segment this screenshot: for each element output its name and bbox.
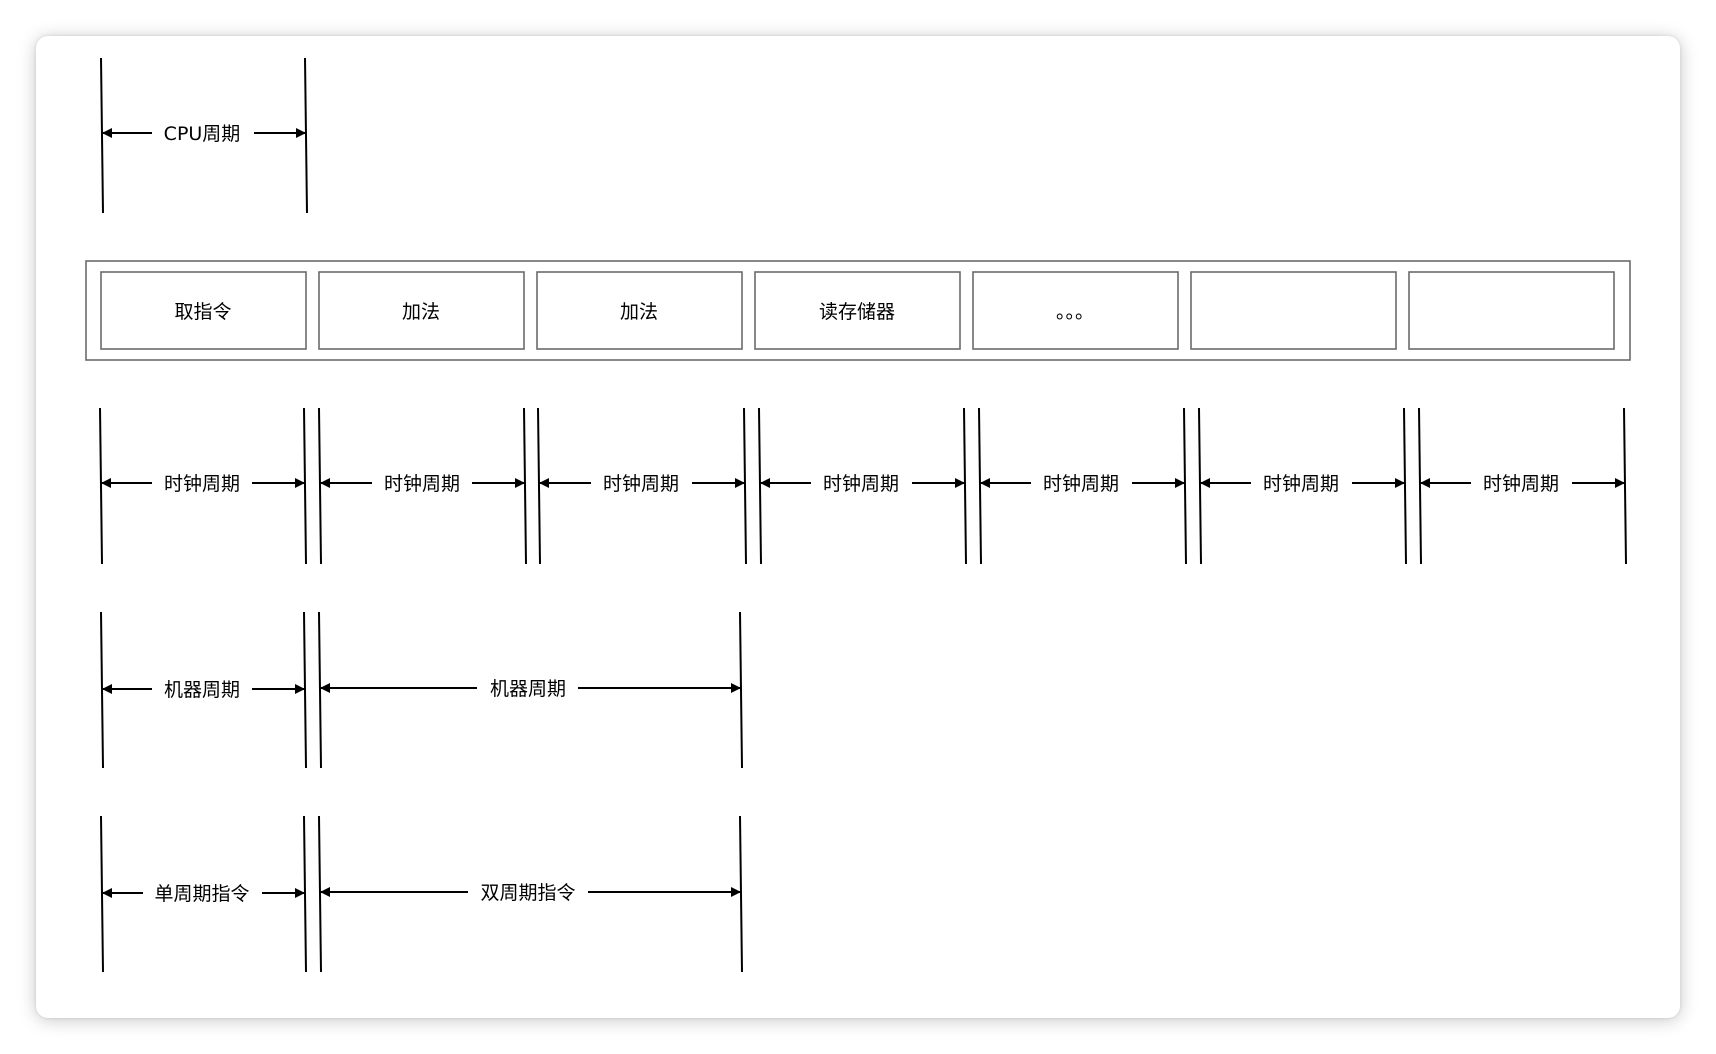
instruction-cycle-label: 双周期指令: [480, 882, 575, 904]
clock-cycle-right-bound: [963, 407, 967, 565]
clock-cycle-left-bound: [1198, 407, 1202, 565]
instruction-block: 取指令: [100, 271, 307, 350]
instruction-block-label: 。。。: [1056, 301, 1094, 323]
machine-cycle-label: 机器周期: [164, 679, 240, 701]
clock-cycle-label: 时钟周期: [164, 473, 240, 495]
clock-cycle-label: 时钟周期: [384, 473, 460, 495]
instruction-strip: 取指令 加法 加法 读存储器 。。。: [85, 260, 1631, 361]
instruction-block: 加法: [318, 271, 525, 350]
clock-cycle-label: 时钟周期: [1043, 473, 1119, 495]
clock-cycle-span: 时钟周期: [758, 407, 967, 565]
clock-cycle-label: 时钟周期: [823, 473, 899, 495]
clock-cycle-left-bound: [978, 407, 982, 565]
clock-cycle-left-bound: [758, 407, 762, 565]
instruction-cycle-left-bound: [100, 815, 104, 973]
instruction-block: 读存储器: [754, 271, 961, 350]
clock-cycle-label: 时钟周期: [1483, 473, 1559, 495]
instruction-block: [1190, 271, 1397, 350]
clock-cycle-right-bound: [523, 407, 527, 565]
machine-cycle-span: 机器周期: [318, 611, 743, 769]
clock-cycle-span: 时钟周期: [318, 407, 527, 565]
instruction-block: [1408, 271, 1615, 350]
machine-cycle-right-bound: [303, 611, 307, 769]
clock-cycle-right-bound: [303, 407, 307, 565]
instruction-cycle-right-bound: [303, 815, 307, 973]
clock-cycle-left-bound: [537, 407, 541, 565]
cpu-cycle-label: CPU周期: [164, 123, 241, 145]
cpu-cycle-span: CPU周期: [100, 57, 308, 214]
instruction-cycle-span: 双周期指令: [318, 815, 743, 973]
clock-cycle-span: 时钟周期: [99, 407, 307, 565]
clock-cycle-left-bound: [99, 407, 103, 565]
instruction-cycle-left-bound: [318, 815, 322, 973]
clock-cycle-label: 时钟周期: [1263, 473, 1339, 495]
clock-cycle-span: 时钟周期: [537, 407, 747, 565]
cpu-cycle-left-bound: [100, 57, 104, 214]
instruction-cycle-label: 单周期指令: [154, 883, 249, 905]
machine-cycle-right-bound: [739, 611, 743, 769]
instruction-block-label: 读存储器: [819, 301, 895, 323]
instruction-cycle-span: 单周期指令: [100, 815, 307, 973]
clock-cycle-right-bound: [743, 407, 747, 565]
clock-cycle-left-bound: [318, 407, 322, 565]
machine-cycle-span: 机器周期: [100, 611, 307, 769]
instruction-block-label: 加法: [402, 301, 440, 323]
instruction-block: 加法: [536, 271, 743, 350]
clock-cycle-right-bound: [1403, 407, 1407, 565]
clock-cycle-span: 时钟周期: [1418, 407, 1627, 565]
instruction-block-label: 取指令: [174, 301, 231, 323]
clock-cycle-row: 时钟周期 时钟周期 时钟周期 时钟周期 时钟周期 时钟周期 时钟周期: [99, 407, 1627, 565]
machine-cycle-label: 机器周期: [490, 678, 566, 700]
instruction-block: 。。。: [972, 271, 1179, 350]
machine-cycle-left-bound: [100, 611, 104, 769]
cpu-cycle-right-bound: [304, 57, 308, 214]
instruction-block-label: 加法: [620, 301, 658, 323]
machine-cycle-left-bound: [318, 611, 322, 769]
clock-cycle-left-bound: [1418, 407, 1422, 565]
clock-cycle-span: 时钟周期: [978, 407, 1187, 565]
machine-cycle-row: 机器周期 机器周期: [100, 611, 743, 769]
cpu-timing-diagram: CPU周期 取指令 加法 加法 读存储器 。。。 时钟周期 时钟周期 时钟周期 …: [85, 57, 1631, 973]
clock-cycle-label: 时钟周期: [603, 473, 679, 495]
clock-cycle-right-bound: [1623, 407, 1627, 565]
instruction-cycle-right-bound: [739, 815, 743, 973]
instruction-cycle-row: 单周期指令 双周期指令: [100, 815, 743, 973]
clock-cycle-right-bound: [1183, 407, 1187, 565]
clock-cycle-span: 时钟周期: [1198, 407, 1407, 565]
